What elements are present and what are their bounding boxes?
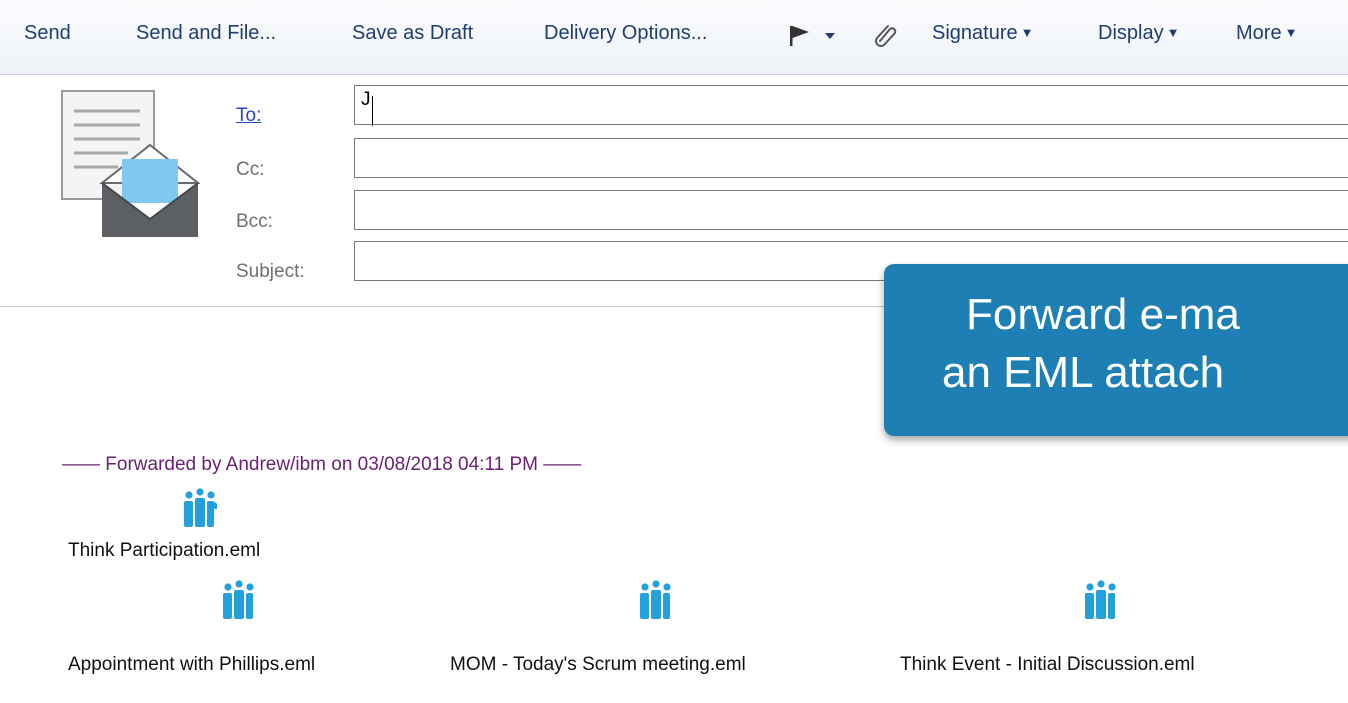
lotus-notes-icon[interactable] bbox=[217, 578, 261, 627]
send-button[interactable]: Send bbox=[24, 22, 71, 45]
caret-down-icon: ▼ bbox=[1284, 25, 1298, 40]
display-label: Display bbox=[1098, 22, 1164, 44]
flag-icon bbox=[790, 26, 835, 46]
lotus-notes-icon[interactable] bbox=[178, 486, 222, 535]
cc-label: Cc: bbox=[236, 159, 265, 180]
save-as-draft-button[interactable]: Save as Draft bbox=[352, 22, 473, 45]
more-label: More bbox=[1236, 22, 1282, 44]
caret-down-icon: ▼ bbox=[1166, 25, 1180, 40]
attachment-name[interactable]: Think Event - Initial Discussion.eml bbox=[900, 654, 1195, 676]
attachment-name[interactable]: Think Participation.eml bbox=[68, 540, 260, 562]
lotus-notes-icon[interactable] bbox=[1079, 578, 1123, 627]
to-label[interactable]: To: bbox=[236, 105, 261, 127]
tutorial-callout: Forward e-ma an EML attach bbox=[884, 264, 1348, 436]
to-field[interactable]: J bbox=[354, 85, 1348, 125]
callout-text: Forward e-ma an EML attach bbox=[942, 286, 1240, 402]
send-and-file-button[interactable]: Send and File... bbox=[136, 22, 276, 45]
new-memo-icon bbox=[61, 90, 200, 237]
lotus-notes-icon[interactable] bbox=[634, 578, 678, 627]
signature-menu[interactable]: Signature ▼ bbox=[932, 22, 1034, 45]
toolbar: Send Send and File... Save as Draft Deli… bbox=[0, 0, 1348, 75]
bcc-field[interactable] bbox=[354, 190, 1348, 230]
text-cursor bbox=[372, 96, 373, 126]
delivery-options-button[interactable]: Delivery Options... bbox=[544, 22, 707, 45]
attachment-name[interactable]: Appointment with Phillips.eml bbox=[68, 654, 315, 676]
attachment-name[interactable]: MOM - Today's Scrum meeting.eml bbox=[450, 654, 746, 676]
caret-down-icon: ▼ bbox=[1020, 25, 1034, 40]
forwarded-by-line: —— Forwarded by Andrew/ibm on 03/08/2018… bbox=[62, 454, 582, 475]
callout-line-2: an EML attach bbox=[942, 348, 1225, 397]
flag-dropdown-button[interactable] bbox=[789, 24, 837, 54]
attach-button[interactable] bbox=[873, 22, 899, 54]
bcc-label: Bcc: bbox=[236, 211, 273, 232]
subject-label: Subject: bbox=[236, 261, 305, 282]
signature-label: Signature bbox=[932, 22, 1018, 44]
more-menu[interactable]: More ▼ bbox=[1236, 22, 1297, 45]
display-menu[interactable]: Display ▼ bbox=[1098, 22, 1179, 45]
callout-line-1: Forward e-ma bbox=[966, 290, 1240, 339]
paperclip-icon bbox=[875, 25, 897, 47]
cc-field[interactable] bbox=[354, 138, 1348, 178]
